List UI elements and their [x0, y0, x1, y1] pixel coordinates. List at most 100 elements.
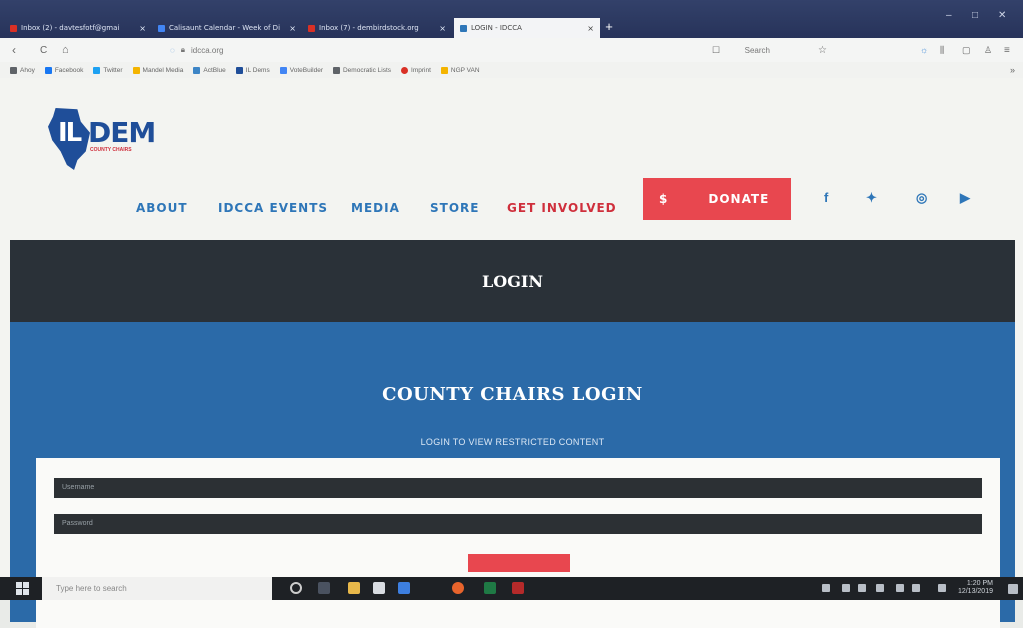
- tab-label: Inbox (7) - dembirdstock.org: [319, 24, 419, 32]
- browser-tab-bar: Inbox (2) - davtesfotf@gmai × Calisaunt …: [0, 0, 1023, 38]
- donate-label: DONATE: [708, 192, 770, 206]
- clock[interactable]: 1:20 PM 12/13/2019: [958, 580, 993, 596]
- twitter-icon[interactable]: ✦: [866, 190, 877, 206]
- tray-chevron-icon[interactable]: [822, 584, 830, 592]
- search-hint: Search: [744, 45, 770, 55]
- home-button[interactable]: ⌂: [62, 44, 69, 56]
- browser-tab-gmail-2[interactable]: Inbox (7) - dembirdstock.org ×: [302, 18, 452, 38]
- facebook-icon: [44, 66, 52, 74]
- login-heading: COUNTY CHAIRS LOGIN: [382, 384, 643, 405]
- bookmark-item[interactable]: Ahoy: [10, 66, 35, 74]
- password-field[interactable]: Password: [54, 514, 982, 534]
- logo-dem-text: DEM: [88, 116, 156, 149]
- bookmarks-overflow-button[interactable]: »: [1010, 65, 1015, 75]
- nav-about[interactable]: ABOUT: [136, 201, 188, 215]
- login-form: Username Password: [36, 458, 1000, 628]
- lock-icon: 🔒︎: [180, 45, 186, 54]
- windows-taskbar: Type here to search 1:20 PM 12/13/2019: [0, 577, 1023, 600]
- file-explorer-icon[interactable]: [348, 582, 360, 594]
- sidebar-icon[interactable]: ▢: [962, 45, 971, 56]
- minimize-button[interactable]: –: [946, 10, 952, 21]
- page-title-banner: LOGIN: [10, 240, 1015, 322]
- library-icon[interactable]: ⫼: [940, 45, 944, 56]
- nav-get-involved[interactable]: GET INVOLVED: [507, 201, 617, 215]
- maximize-button[interactable]: □: [972, 10, 978, 21]
- calculator-icon[interactable]: [373, 582, 385, 594]
- youtube-icon[interactable]: ▶: [960, 190, 970, 206]
- taskbar-search-input[interactable]: Type here to search: [42, 577, 272, 600]
- browser-tab-gmail-1[interactable]: Inbox (2) - davtesfotf@gmai ×: [4, 18, 152, 38]
- extension-icon[interactable]: ☼: [920, 45, 928, 55]
- language-icon[interactable]: [912, 584, 920, 592]
- username-field[interactable]: Username: [54, 478, 982, 498]
- bookmark-item[interactable]: Mandel Media: [132, 66, 183, 74]
- clock-time: 1:20 PM: [966, 580, 993, 587]
- notifications-icon[interactable]: [1008, 584, 1018, 594]
- gmail-icon: [308, 24, 315, 32]
- login-subheading: LOGIN TO VIEW RESTRICTED CONTENT: [420, 437, 605, 447]
- close-tab-icon[interactable]: ×: [439, 24, 446, 33]
- bookmark-icon: [235, 66, 243, 74]
- address-bar[interactable]: ◌ 🔒︎ idcca.org Search: [170, 42, 850, 58]
- menu-icon[interactable]: ≡: [1004, 45, 1010, 56]
- twitter-icon: [93, 66, 101, 74]
- tab-label: Calisaunt Calendar - Week of Di: [169, 24, 281, 32]
- nav-store[interactable]: STORE: [430, 201, 479, 215]
- gmail-icon: [10, 24, 17, 32]
- shield-icon: ◌: [170, 45, 175, 55]
- firefox-icon[interactable]: [452, 582, 464, 594]
- bookmark-icon: [332, 66, 340, 74]
- bookmark-icon: [440, 66, 448, 74]
- browser-tab-calendar[interactable]: Calisaunt Calendar - Week of Di ×: [152, 18, 302, 38]
- bookmark-item[interactable]: IL Dems: [235, 66, 270, 74]
- close-tab-icon[interactable]: ×: [587, 24, 594, 33]
- bookmark-item[interactable]: Imprint: [401, 66, 431, 74]
- account-icon[interactable]: ♙: [984, 45, 992, 56]
- bookmark-item[interactable]: NGP VAN: [440, 66, 480, 74]
- acrobat-icon[interactable]: [512, 582, 524, 594]
- nav-media[interactable]: MEDIA: [351, 201, 400, 215]
- bookmark-item[interactable]: VoteBuilder: [279, 66, 323, 74]
- battery-icon[interactable]: [876, 584, 884, 592]
- bookmark-item[interactable]: Democratic Lists: [332, 66, 391, 74]
- back-button[interactable]: ‹: [12, 43, 16, 57]
- dollar-icon: $: [659, 192, 669, 206]
- facebook-icon[interactable]: f: [824, 190, 828, 205]
- onedrive-icon[interactable]: [842, 584, 850, 592]
- bookmark-icon: [193, 66, 201, 74]
- bookmarks-bar: Ahoy Facebook Twitter Mandel Media ActBl…: [0, 62, 1023, 78]
- excel-icon[interactable]: [484, 582, 496, 594]
- reload-button[interactable]: C: [40, 45, 47, 56]
- bookmark-item[interactable]: ActBlue: [193, 66, 226, 74]
- network-icon[interactable]: [858, 584, 866, 592]
- instagram-icon[interactable]: ◎: [916, 190, 927, 206]
- close-tab-icon[interactable]: ×: [139, 24, 146, 33]
- cortana-icon[interactable]: [290, 582, 302, 594]
- bookmark-item[interactable]: Twitter: [93, 66, 123, 74]
- webpage: IL DEM COUNTY CHAIRS ABOUT IDCCA EVENTS …: [0, 78, 1023, 628]
- close-window-button[interactable]: ✕: [998, 10, 1006, 21]
- dropbox-icon[interactable]: [398, 582, 410, 594]
- donate-button[interactable]: $ DONATE: [643, 178, 791, 220]
- tab-label: Inbox (2) - davtesfotf@gmai: [21, 24, 120, 32]
- calendar-icon: [158, 24, 165, 32]
- close-tab-icon[interactable]: ×: [289, 24, 296, 33]
- pen-icon[interactable]: [938, 584, 946, 592]
- site-favicon-icon: [460, 24, 467, 32]
- bookmark-icon: [10, 66, 17, 74]
- new-tab-button[interactable]: +: [600, 18, 618, 36]
- page-title: LOGIN: [482, 271, 543, 291]
- url-text: idcca.org: [191, 45, 224, 55]
- windows-start-icon[interactable]: [16, 582, 29, 595]
- browser-tab-login[interactable]: LOGIN - IDCCA ×: [454, 18, 600, 38]
- nav-idcca-events[interactable]: IDCCA EVENTS: [218, 201, 328, 215]
- bookmark-icon: [279, 66, 287, 74]
- logo-tagline: COUNTY CHAIRS: [90, 147, 132, 153]
- bookmark-item[interactable]: Facebook: [44, 66, 83, 74]
- clock-date: 12/13/2019: [957, 588, 993, 595]
- task-view-icon[interactable]: [318, 582, 330, 594]
- login-submit-button[interactable]: [468, 554, 570, 572]
- tab-label: LOGIN - IDCCA: [471, 24, 522, 32]
- volume-icon[interactable]: [896, 584, 904, 592]
- bookmark-icon: [132, 66, 140, 74]
